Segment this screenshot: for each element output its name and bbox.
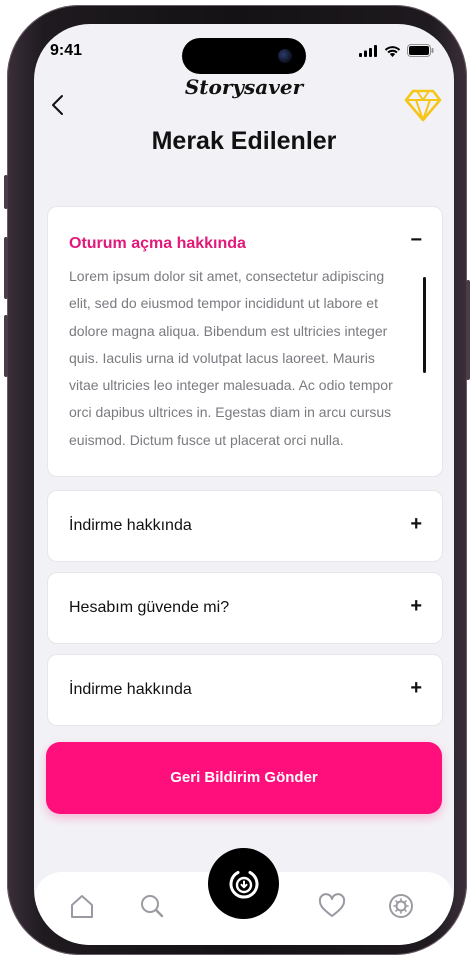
diamond-icon[interactable] (404, 88, 442, 122)
faq-item-security[interactable]: Hesabım güvende mi? + (47, 572, 443, 644)
home-icon[interactable] (68, 892, 96, 920)
volume-down-button (4, 315, 8, 377)
faq-question: İndirme hakkında (69, 681, 192, 698)
heart-icon[interactable] (318, 892, 346, 920)
battery-icon (407, 44, 434, 57)
faq-item-login[interactable]: Oturum açma hakkında − Lorem ipsum dolor… (47, 206, 443, 477)
search-icon[interactable] (138, 892, 166, 920)
faq-question: İndirme hakkında (69, 517, 192, 534)
expand-icon[interactable]: + (410, 677, 422, 700)
power-button (466, 280, 470, 380)
dynamic-island (182, 38, 306, 74)
faq-question: Hesabım güvende mi? (69, 599, 230, 616)
collapse-icon[interactable]: − (410, 229, 422, 252)
screen: 9:41 Storysaver Merak Edilenler Oturum a… (34, 24, 454, 945)
send-feedback-button[interactable]: Geri Bildirim Gönder (46, 742, 442, 814)
page-title: Merak Edilenler (151, 127, 337, 155)
camera-icon (278, 49, 292, 63)
volume-up-button (4, 237, 8, 299)
faq-answer: Lorem ipsum dolor sit amet, consectetur … (69, 268, 393, 448)
signal-icon (359, 44, 377, 57)
status-icons (359, 44, 434, 57)
settings-icon[interactable] (387, 892, 415, 920)
wifi-icon (384, 45, 401, 57)
phone-frame: 9:41 Storysaver Merak Edilenler Oturum a… (4, 5, 470, 955)
faq-item-download-2[interactable]: İndirme hakkında + (47, 654, 443, 726)
scrollbar[interactable] (423, 277, 426, 373)
expand-icon[interactable]: + (410, 513, 422, 536)
expand-icon[interactable]: + (410, 595, 422, 618)
status-time: 9:41 (50, 42, 83, 59)
brand-logo: Storysaver (184, 75, 304, 99)
faq-item-download[interactable]: İndirme hakkında + (47, 490, 443, 562)
mute-switch (4, 175, 8, 209)
chevron-left-icon[interactable] (50, 94, 66, 116)
download-button[interactable] (208, 848, 279, 919)
faq-question: Oturum açma hakkında (69, 235, 246, 252)
download-icon (229, 870, 258, 899)
